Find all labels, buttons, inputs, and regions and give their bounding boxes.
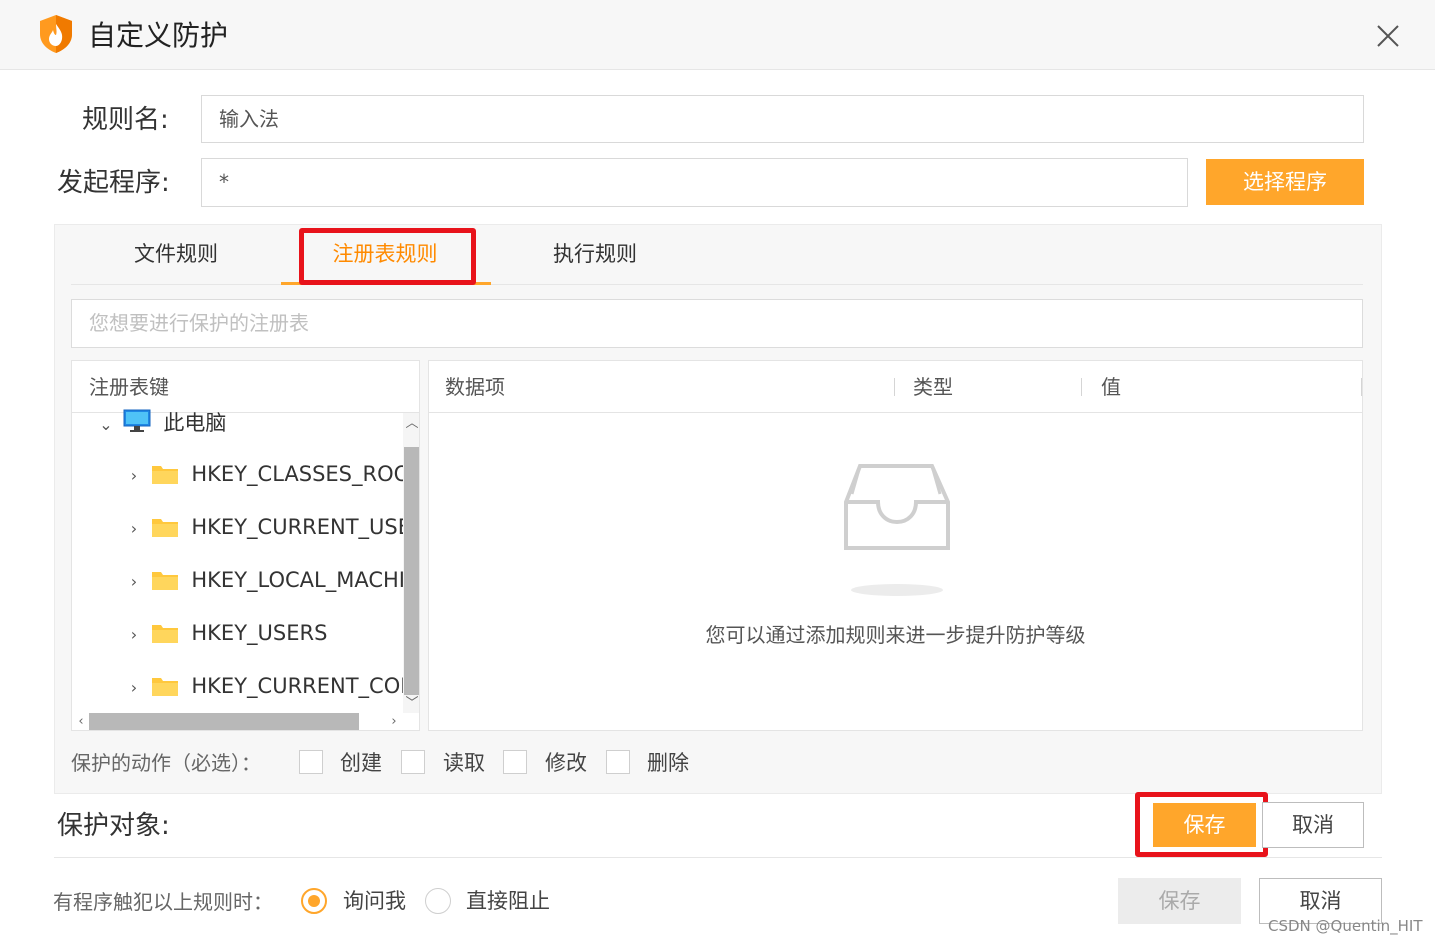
policy-label: 有程序触犯以上规则时： bbox=[53, 890, 273, 914]
tree-node-label: HKEY_CURRENT_CONFIG bbox=[191, 674, 419, 698]
scroll-right-icon[interactable]: › bbox=[385, 713, 403, 730]
save-rule-button[interactable]: 保存 bbox=[1153, 803, 1256, 847]
checkbox-create[interactable] bbox=[299, 750, 323, 774]
column-header-type[interactable]: 类型 bbox=[913, 361, 953, 413]
header-divider bbox=[429, 412, 1362, 413]
chevron-right-icon[interactable]: › bbox=[124, 668, 144, 708]
rule-name-label: 规则名: bbox=[82, 105, 169, 135]
registry-search-input[interactable]: 您想要进行保护的注册表 bbox=[71, 299, 1363, 348]
tab-divider bbox=[71, 284, 1363, 285]
chevron-down-icon[interactable]: ⌄ bbox=[96, 405, 116, 445]
shield-flame-icon bbox=[38, 14, 74, 54]
save-button-disabled[interactable]: 保存 bbox=[1118, 878, 1241, 924]
horizontal-scrollbar-thumb[interactable] bbox=[89, 713, 359, 730]
tab-exec-rules[interactable]: 执行规则 bbox=[515, 224, 675, 284]
checkbox-create-label[interactable]: 创建 bbox=[340, 743, 382, 783]
select-program-button[interactable]: 选择程序 bbox=[1206, 159, 1364, 205]
scroll-up-icon[interactable]: ︿ bbox=[403, 415, 419, 433]
close-icon[interactable] bbox=[1368, 16, 1408, 56]
protect-target-label: 保护对象: bbox=[57, 811, 170, 841]
empty-state-text: 您可以通过添加规则来进一步提升防护等级 bbox=[705, 623, 1086, 647]
folder-icon bbox=[151, 670, 179, 696]
checkbox-delete-label[interactable]: 删除 bbox=[647, 743, 689, 783]
chevron-right-icon[interactable]: › bbox=[124, 615, 144, 655]
tab-file-rules[interactable]: 文件规则 bbox=[96, 224, 256, 284]
tree-node-label: HKEY_CURRENT_USER bbox=[191, 515, 420, 539]
tree-node-hkey-classes-root[interactable]: › HKEY_CLASSES_ROOT bbox=[124, 454, 420, 496]
column-header-value[interactable]: 值 bbox=[1101, 361, 1121, 413]
chevron-right-icon[interactable]: › bbox=[124, 562, 144, 602]
folder-icon bbox=[151, 458, 179, 484]
rule-name-input[interactable]: 输入法 bbox=[201, 95, 1364, 143]
checkbox-modify-label[interactable]: 修改 bbox=[545, 743, 587, 783]
scroll-down-icon[interactable]: ﹀ bbox=[403, 695, 419, 713]
actions-label: 保护的动作（必选）： bbox=[71, 751, 261, 775]
highlight-box-registry-tab bbox=[299, 228, 476, 285]
empty-inbox-icon bbox=[842, 464, 952, 608]
checkbox-read-label[interactable]: 读取 bbox=[443, 743, 485, 783]
tree-node-label: HKEY_USERS bbox=[191, 621, 328, 645]
chevron-right-icon[interactable]: › bbox=[124, 456, 144, 496]
window-title: 自定义防护 bbox=[88, 19, 229, 52]
folder-icon bbox=[151, 564, 179, 590]
radio-ask-me[interactable] bbox=[301, 888, 327, 914]
cancel-rule-button[interactable]: 取消 bbox=[1262, 802, 1364, 848]
computer-icon bbox=[123, 406, 151, 446]
registry-values-pane: 数据项 类型 值 您可以通过添加规则来进一步提升防护等级 bbox=[428, 360, 1363, 731]
scroll-left-icon[interactable]: ‹ bbox=[72, 713, 90, 730]
chevron-right-icon[interactable]: › bbox=[124, 509, 144, 549]
vertical-scrollbar-thumb[interactable] bbox=[404, 447, 419, 695]
tree-node-label: HKEY_CLASSES_ROOT bbox=[191, 462, 420, 486]
column-separator[interactable] bbox=[1361, 378, 1362, 396]
program-input[interactable]: * bbox=[201, 158, 1188, 207]
checkbox-delete[interactable] bbox=[606, 750, 630, 774]
folder-icon bbox=[151, 511, 179, 537]
column-separator[interactable] bbox=[1081, 378, 1082, 396]
tree-node-label: 此电脑 bbox=[163, 411, 227, 435]
radio-block-label[interactable]: 直接阻止 bbox=[466, 881, 550, 921]
tree-node-hkey-users[interactable]: › HKEY_USERS bbox=[124, 613, 328, 655]
checkbox-read[interactable] bbox=[401, 750, 425, 774]
tree-node-label: HKEY_LOCAL_MACHINE bbox=[191, 568, 420, 592]
tree-node-hkey-current-user[interactable]: › HKEY_CURRENT_USER bbox=[124, 507, 420, 549]
radio-block[interactable] bbox=[425, 888, 451, 914]
column-separator[interactable] bbox=[894, 378, 895, 396]
registry-tree-pane: 注册表键 ⌄ 此电脑 › HKEY_CLASSES_ROOT › HKEY_CU… bbox=[71, 360, 420, 731]
tree-node-hkey-local-machine[interactable]: › HKEY_LOCAL_MACHINE bbox=[124, 560, 420, 602]
tree-node-hkey-current-config[interactable]: › HKEY_CURRENT_CONFIG bbox=[124, 666, 419, 708]
radio-ask-me-label[interactable]: 询问我 bbox=[343, 881, 406, 921]
column-header-data-item[interactable]: 数据项 bbox=[445, 361, 505, 413]
program-label: 发起程序: bbox=[57, 168, 170, 198]
watermark: CSDN @Quentin_HIT bbox=[1268, 917, 1423, 935]
tree-node-this-pc[interactable]: ⌄ 此电脑 bbox=[96, 403, 226, 443]
checkbox-modify[interactable] bbox=[503, 750, 527, 774]
folder-icon bbox=[151, 617, 179, 643]
section-divider bbox=[54, 857, 1382, 858]
